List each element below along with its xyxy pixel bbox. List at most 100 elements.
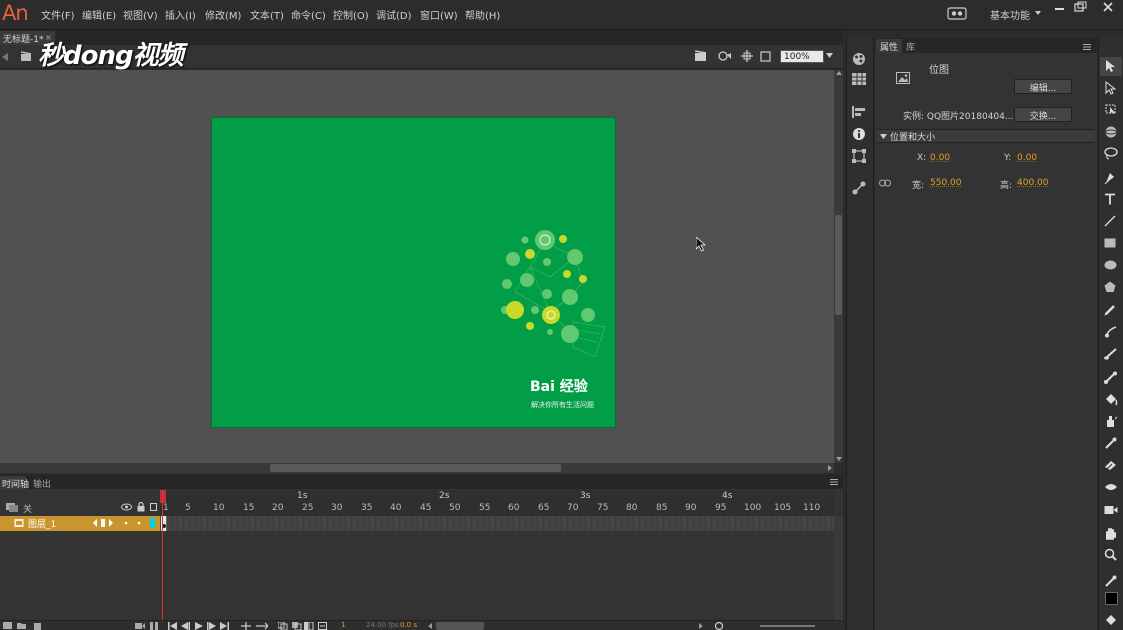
fill-color-icon[interactable] (1104, 614, 1117, 626)
onion-skin-outline-icon[interactable] (292, 622, 302, 630)
back-arrow-icon[interactable] (2, 53, 12, 61)
paint-brush-tool-icon[interactable] (1104, 325, 1118, 338)
menu-commands[interactable]: 命令(C) (291, 7, 326, 22)
panel-menu-icon[interactable] (1083, 44, 1091, 50)
ink-bottle-tool-icon[interactable] (1104, 415, 1118, 428)
playhead-handle[interactable] (160, 490, 166, 503)
timeline-vertical-scrollbar[interactable] (834, 516, 843, 620)
swatches-icon[interactable] (852, 73, 866, 85)
width-tool-icon[interactable] (1104, 481, 1118, 493)
color-wheel-icon[interactable] (852, 52, 866, 66)
timeline-scroll-left-icon[interactable] (428, 623, 432, 629)
menu-control[interactable]: 控制(O) (333, 7, 369, 22)
frame-ruler[interactable] (160, 490, 834, 516)
lasso-tool-icon[interactable] (1104, 147, 1118, 160)
scroll-down-icon[interactable] (836, 457, 842, 461)
align-icon[interactable] (852, 106, 866, 118)
edit-scene-icon[interactable] (694, 50, 708, 62)
line-tool-icon[interactable] (1104, 215, 1116, 227)
new-layer-icon[interactable] (3, 622, 13, 630)
frame-rate-display[interactable]: 24.00 fps (366, 621, 399, 629)
stroke-color-swatch[interactable] (1105, 592, 1118, 605)
menu-text[interactable]: 文本(T) (250, 7, 284, 22)
restore-button[interactable] (1072, 1, 1088, 13)
chevron-down-icon[interactable] (880, 134, 887, 139)
x-value-field[interactable]: 0.00 (930, 153, 950, 163)
timeline-horizontal-scroll-thumb[interactable] (436, 622, 484, 630)
stage-vertical-scroll-thumb[interactable] (835, 215, 842, 315)
menu-view[interactable]: 视图(V) (123, 7, 158, 22)
step-back-icon[interactable] (181, 622, 190, 630)
info-icon[interactable] (852, 127, 866, 141)
pen-tool-icon[interactable] (1104, 171, 1117, 185)
menu-window[interactable]: 窗口(W) (420, 7, 458, 22)
rectangle-tool-icon[interactable] (1104, 238, 1116, 248)
text-tool-icon[interactable] (1104, 193, 1116, 205)
close-window-button[interactable] (1100, 1, 1116, 13)
frame-cells[interactable] (160, 516, 834, 531)
sync-settings-icon[interactable] (947, 7, 967, 20)
menu-debug[interactable]: 调试(D) (376, 7, 412, 22)
eye-icon[interactable] (121, 503, 132, 511)
eraser-tool-icon[interactable] (1104, 459, 1118, 471)
swap-bitmap-button[interactable]: 交换... (1014, 107, 1072, 122)
playhead[interactable] (162, 490, 163, 625)
outline-icon[interactable] (150, 503, 157, 511)
bone-tool-icon[interactable] (1104, 371, 1118, 384)
y-value-field[interactable]: 0.00 (1017, 153, 1037, 163)
height-value-field[interactable]: 400.00 (1017, 178, 1049, 188)
link-icon[interactable] (879, 179, 891, 187)
menu-help[interactable]: 帮助(H) (465, 7, 500, 22)
workspace-switcher[interactable]: 基本功能 (990, 7, 1030, 22)
stroke-color-icon[interactable] (1104, 575, 1117, 588)
new-folder-icon[interactable] (17, 622, 27, 630)
oval-tool-icon[interactable] (1104, 260, 1117, 270)
scroll-right-icon[interactable] (828, 465, 832, 471)
layer-depth-icon[interactable] (150, 622, 158, 630)
step-forward-icon[interactable] (207, 622, 216, 630)
loop-icon[interactable] (240, 622, 252, 630)
center-stage-icon[interactable] (741, 50, 753, 62)
layer-toggle-controls[interactable] (93, 518, 145, 528)
transform-icon[interactable] (852, 149, 866, 163)
zoom-tool-icon[interactable] (1104, 548, 1117, 561)
menu-modify[interactable]: 修改(M) (205, 7, 241, 22)
zoom-input[interactable]: 100% (780, 50, 824, 63)
width-value-field[interactable]: 550.00 (930, 178, 962, 188)
edit-multiple-frames-icon[interactable] (304, 622, 314, 630)
tab-timeline[interactable]: 时间轴 (0, 476, 29, 490)
hand-tool-icon[interactable] (1104, 527, 1117, 540)
tab-properties[interactable]: 属性 (876, 39, 902, 53)
brush-tool-icon[interactable] (1104, 347, 1118, 360)
subselection-tool-icon[interactable] (1104, 81, 1116, 95)
goto-last-frame-icon[interactable] (220, 622, 229, 630)
clip-stage-icon[interactable] (760, 51, 771, 62)
frame-zoom-slider[interactable] (760, 625, 815, 627)
3d-rotation-tool-icon[interactable] (1104, 125, 1118, 139)
polystar-tool-icon[interactable] (1104, 281, 1116, 293)
minimize-button[interactable] (1052, 1, 1068, 13)
scroll-up-icon[interactable] (836, 71, 842, 75)
layer-name[interactable]: 图层_1 (28, 517, 56, 530)
camera-tool-icon[interactable] (1104, 505, 1118, 515)
play-icon[interactable] (195, 622, 203, 630)
current-frame-display[interactable]: 1 (341, 621, 345, 629)
zoom-dropdown-icon[interactable] (826, 53, 833, 58)
edit-symbols-icon[interactable] (717, 50, 733, 62)
stage-horizontal-scroll-thumb[interactable] (270, 464, 561, 472)
timeline-scroll-right-icon[interactable] (699, 623, 703, 629)
onion-skin-icon[interactable] (278, 622, 288, 630)
tab-library[interactable]: 库 (906, 40, 915, 53)
menu-edit[interactable]: 编辑(E) (82, 7, 116, 22)
selection-tool-icon[interactable] (1104, 59, 1116, 73)
free-transform-tool-icon[interactable] (1104, 103, 1118, 115)
center-frame-icon[interactable] (256, 622, 268, 630)
goto-first-frame-icon[interactable] (168, 622, 177, 630)
elapsed-time-display[interactable]: 0.0 s (400, 621, 417, 629)
menu-file[interactable]: 文件(F) (41, 7, 75, 22)
eyedropper-tool-icon[interactable] (1104, 437, 1117, 450)
menu-insert[interactable]: 插入(I) (165, 7, 196, 22)
delete-layer-icon[interactable] (33, 622, 42, 630)
lock-icon[interactable] (137, 502, 145, 512)
panel-menu-icon[interactable] (830, 479, 838, 485)
